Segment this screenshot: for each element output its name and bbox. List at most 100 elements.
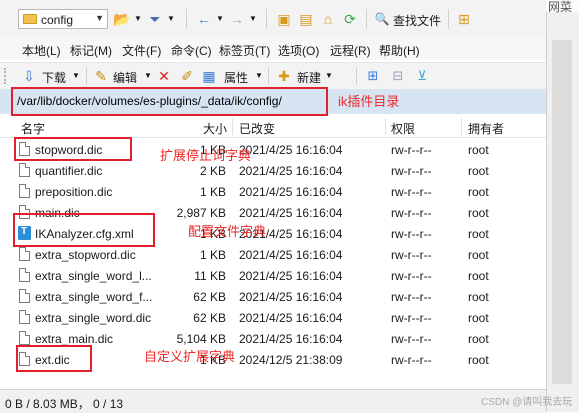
deselect-minus-icon[interactable]: ⊟ — [389, 67, 407, 85]
menu-remote[interactable]: 远程(R) — [330, 42, 371, 59]
column-owner[interactable]: 拥有者 — [468, 120, 504, 137]
file-name: quantifier.dic — [35, 164, 103, 178]
file-name: extra_single_word_f... — [35, 290, 153, 304]
folder-icon — [23, 14, 37, 24]
chevron-down-icon[interactable]: ▼ — [129, 10, 147, 28]
column-name[interactable]: 名字 — [21, 120, 45, 137]
column-divider[interactable] — [232, 118, 233, 135]
menu-commands[interactable]: 命令(C) — [171, 42, 212, 59]
chevron-down-icon[interactable]: ▼ — [325, 71, 333, 80]
separator — [86, 67, 87, 85]
file-icon — [19, 247, 30, 261]
separator — [356, 67, 357, 85]
file-name: extra_single_word_l... — [35, 269, 152, 283]
file-owner: root — [468, 290, 489, 304]
file-permissions: rw-r--r-- — [391, 353, 432, 367]
scrollbar-thumb[interactable] — [552, 40, 572, 384]
file-size: 11 KB — [194, 269, 226, 283]
column-modified[interactable]: 已改变 — [239, 120, 275, 137]
edit-button[interactable]: 编辑 — [113, 69, 137, 86]
file-permissions: rw-r--r-- — [391, 185, 432, 199]
file-icon — [19, 310, 30, 324]
column-divider[interactable] — [385, 118, 386, 135]
parent-folder-icon[interactable]: ▣ — [275, 10, 293, 28]
properties-icon[interactable]: ▦ — [200, 67, 218, 85]
file-name: extra_stopword.dic — [35, 248, 136, 262]
chevron-down-icon[interactable]: ▼ — [255, 71, 263, 80]
download-button[interactable]: 下载 — [42, 69, 66, 86]
navigation-toolbar: config ▼ 📂 ▼ ⏷ ▼ ← ▼ → ▼ ▣ ▤ ⌂ ⟳ 🔍 查找文件 … — [0, 0, 546, 39]
menu-file[interactable]: 文件(F) — [122, 42, 161, 59]
toolbar-grip — [4, 68, 9, 84]
chevron-down-icon[interactable]: ▼ — [144, 71, 152, 80]
file-row[interactable]: preposition.dic 1 KB 2021/4/25 16:16:04 … — [0, 181, 546, 202]
properties-button[interactable]: 属性 — [224, 69, 248, 86]
delete-x-icon[interactable]: ✕ — [155, 67, 173, 85]
file-row[interactable]: extra_single_word.dic 62 KB 2021/4/25 16… — [0, 307, 546, 328]
search-icon[interactable]: 🔍 — [373, 10, 391, 28]
file-icon — [19, 289, 30, 303]
annotation-config-note: 配置文件字典 — [188, 224, 267, 239]
folder-combo[interactable]: config ▼ — [18, 9, 108, 29]
chevron-down-icon[interactable]: ▼ — [72, 71, 80, 80]
home-icon[interactable]: ⌂ — [319, 10, 337, 28]
chevron-down-icon[interactable]: ▼ — [211, 10, 229, 28]
file-size: 1 KB — [199, 248, 226, 262]
menu-mark[interactable]: 标记(M) — [70, 42, 112, 59]
file-size: 5,104 KB — [176, 332, 226, 346]
file-permissions: rw-r--r-- — [391, 206, 432, 220]
current-path[interactable]: /var/lib/docker/volumes/es-plugins/_data… — [17, 94, 282, 108]
rename-icon[interactable]: ✐ — [178, 67, 196, 85]
filter-select-icon[interactable]: ⊻ — [413, 67, 431, 85]
select-all-plus-icon[interactable]: ⊞ — [364, 67, 382, 85]
file-icon — [19, 163, 30, 177]
separator — [266, 9, 267, 29]
new-button[interactable]: 新建 — [297, 69, 321, 86]
menu-local[interactable]: 本地(L) — [22, 42, 61, 59]
separator — [448, 9, 449, 29]
background-window-text: 网菜 — [548, 0, 573, 14]
new-folder-icon[interactable]: ✚ — [275, 67, 293, 85]
file-owner: root — [468, 311, 489, 325]
chevron-down-icon[interactable]: ▼ — [162, 10, 180, 28]
file-name: extra_main.dic — [35, 332, 114, 346]
column-permissions[interactable]: 权限 — [391, 120, 415, 137]
find-files-label[interactable]: 查找文件 — [393, 12, 441, 29]
download-icon[interactable]: ⇩ — [20, 67, 38, 85]
menu-help[interactable]: 帮助(H) — [379, 42, 420, 59]
file-list-header: 名字 大小 已改变 权限 拥有者 — [0, 116, 546, 138]
menu-options[interactable]: 选项(O) — [278, 42, 319, 59]
watermark: CSDN @请叫我去玩 — [481, 397, 573, 408]
file-modified: 2021/4/25 16:16:04 — [239, 185, 343, 199]
chevron-down-icon[interactable]: ▼ — [244, 10, 262, 28]
file-row[interactable]: extra_single_word_f... 62 KB 2021/4/25 1… — [0, 286, 546, 307]
file-row[interactable]: extra_stopword.dic 1 KB 2021/4/25 16:16:… — [0, 244, 546, 265]
annotation-ext-note: 自定义扩展字典 — [144, 349, 236, 364]
file-size: 2,987 KB — [176, 206, 226, 220]
column-size[interactable]: 大小 — [203, 120, 227, 137]
file-permissions: rw-r--r-- — [391, 143, 432, 157]
menu-tabs[interactable]: 标签页(T) — [219, 42, 270, 59]
file-row[interactable]: quantifier.dic 2 KB 2021/4/25 16:16:04 r… — [0, 160, 546, 181]
column-divider[interactable] — [461, 118, 462, 135]
file-permissions: rw-r--r-- — [391, 290, 432, 304]
file-permissions: rw-r--r-- — [391, 227, 432, 241]
file-modified: 2021/4/25 16:16:04 — [239, 248, 343, 262]
file-permissions: rw-r--r-- — [391, 248, 432, 262]
annotation-stopword-note: 扩展停止词字典 — [160, 148, 252, 163]
file-owner: root — [468, 143, 489, 157]
root-folder-icon[interactable]: ▤ — [297, 10, 315, 28]
file-size: 2 KB — [199, 164, 226, 178]
file-permissions: rw-r--r-- — [391, 311, 432, 325]
file-row[interactable]: extra_single_word_l... 11 KB 2021/4/25 1… — [0, 265, 546, 286]
tree-view-icon[interactable]: ⊞ — [455, 10, 473, 28]
file-size: 62 KB — [193, 290, 226, 304]
file-owner: root — [468, 185, 489, 199]
action-toolbar: ⇩ 下载 ▼ ✎ 编辑 ▼ ✕ ✐ ▦ 属性 ▼ ✚ 新建 ▼ ⊞ ⊟ ⊻ — [0, 62, 546, 90]
file-owner: root — [468, 248, 489, 262]
highlight-box-config — [13, 213, 155, 247]
file-owner: root — [468, 353, 489, 367]
edit-pencil-icon[interactable]: ✎ — [92, 67, 110, 85]
file-name: extra_single_word.dic — [35, 311, 152, 325]
refresh-icon[interactable]: ⟳ — [341, 10, 359, 28]
